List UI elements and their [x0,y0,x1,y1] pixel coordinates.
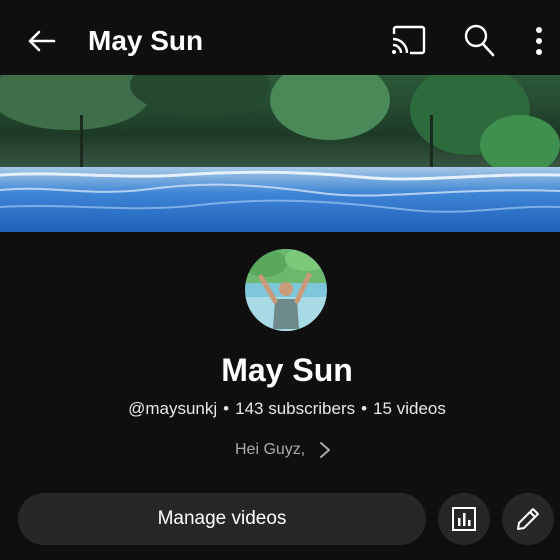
analytics-button[interactable] [438,493,490,545]
cast-icon[interactable] [390,24,426,56]
channel-handle: @maysunkj [128,399,218,418]
back-arrow-icon[interactable] [24,24,58,58]
more-vert-icon[interactable] [528,22,550,60]
chevron-right-icon [320,442,331,458]
edit-channel-button[interactable] [502,493,554,545]
channel-description-link[interactable]: Hei Guyz, [235,438,331,462]
channel-name: May Sun [221,352,353,388]
manage-videos-label: Manage videos [157,508,287,529]
video-count: 15 videos [373,399,446,418]
channel-description: Hei Guyz, [235,441,306,458]
avatar[interactable] [245,249,327,331]
subscriber-count: 143 subscribers [235,399,356,418]
separator-dot: • [361,399,368,418]
manage-videos-button[interactable]: Manage videos [18,493,426,545]
edit-pencil-icon [517,508,539,530]
separator-dot: • [223,399,230,418]
analytics-icon [452,507,476,531]
top-app-bar: May Sun [0,0,560,76]
channel-banner [0,75,560,232]
search-icon[interactable] [462,22,496,58]
page-title: May Sun [88,25,204,56]
channel-meta: @maysunkj • 143 subscribers • 15 videos [0,397,560,421]
